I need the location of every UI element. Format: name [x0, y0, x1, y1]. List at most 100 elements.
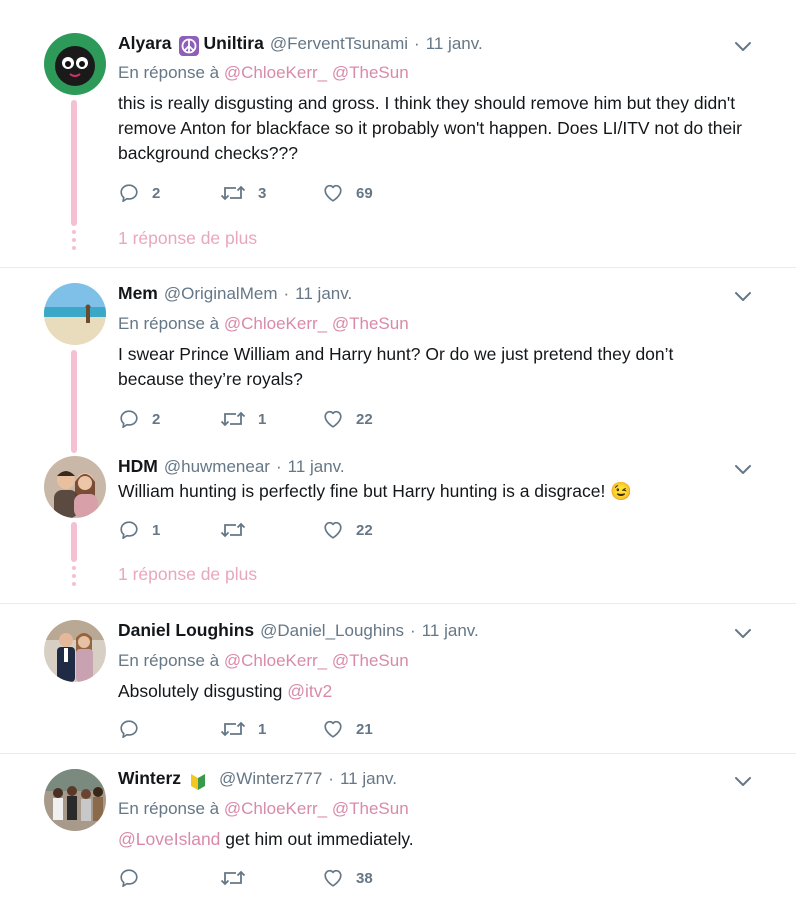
like-count: 69: [356, 184, 373, 202]
retweet-count: 3: [258, 184, 267, 202]
tweet-actions: 2 1 22: [118, 407, 424, 431]
reply-button[interactable]: [118, 867, 220, 889]
chevron-down-icon[interactable]: [734, 462, 752, 476]
retweet-icon: [220, 870, 246, 886]
retweet-icon: [220, 411, 246, 427]
mention-link[interactable]: @TheSun: [332, 314, 409, 333]
thread-dots: [72, 230, 76, 254]
display-name[interactable]: Daniel Loughins: [118, 620, 254, 641]
timestamp[interactable]: 11 janv.: [288, 457, 345, 477]
display-name[interactable]: HDM: [118, 456, 158, 477]
tweet-text: this is really disgusting and gross. I t…: [118, 93, 742, 163]
user-handle[interactable]: @huwmenear: [164, 457, 270, 477]
user-handle[interactable]: @OriginalMem: [164, 284, 278, 304]
avatar[interactable]: [44, 456, 106, 518]
mention-link[interactable]: @ChloeKerr_: [224, 63, 327, 82]
like-button[interactable]: 69: [322, 182, 424, 204]
user-handle[interactable]: @Winterz777: [219, 769, 322, 789]
tweet-text: William hunting is perfectly fine but Ha…: [118, 481, 632, 501]
separator: ·: [328, 769, 334, 788]
tweet-text-body: Absolutely disgusting: [118, 681, 283, 701]
like-count: 22: [356, 410, 373, 428]
reply-prefix: En réponse à: [118, 799, 220, 818]
reply-prefix: En réponse à: [118, 314, 220, 333]
mention-link[interactable]: @TheSun: [332, 799, 409, 818]
display-name[interactable]: Winterz: [118, 768, 181, 789]
retweet-button[interactable]: 1: [220, 408, 322, 430]
timestamp[interactable]: 11 janv.: [340, 769, 397, 789]
retweet-icon: [220, 185, 246, 201]
display-name[interactable]: Mem: [118, 283, 158, 304]
retweet-button[interactable]: [220, 519, 322, 541]
timestamp[interactable]: 11 janv.: [295, 284, 352, 304]
thread-line: [71, 350, 77, 453]
reply-icon: [120, 521, 138, 540]
like-count: 22: [356, 521, 373, 539]
separator: ·: [275, 457, 282, 476]
retweet-button[interactable]: [220, 867, 322, 889]
reply-count: 1: [152, 521, 161, 539]
thread-line: [71, 522, 77, 562]
tweet-text: @LoveIsland get him out immediately.: [118, 827, 758, 852]
like-icon: [324, 521, 342, 539]
reply-button[interactable]: 2: [118, 408, 220, 430]
timestamp[interactable]: 11 janv.: [422, 621, 479, 641]
tweet-header: Daniel Loughins @Daniel_Loughins · 11 ja…: [118, 620, 726, 646]
tweet-actions: 1 22: [118, 518, 424, 542]
show-more-replies-link[interactable]: 1 réponse de plus: [118, 228, 257, 249]
avatar[interactable]: [44, 620, 106, 682]
divider: [0, 267, 796, 268]
mention-link[interactable]: @TheSun: [332, 63, 409, 82]
mention-link[interactable]: @TheSun: [332, 651, 409, 670]
retweet-count: 1: [258, 410, 267, 428]
reply-icon: [120, 869, 138, 888]
mention-link[interactable]: @ChloeKerr_: [224, 799, 327, 818]
reply-icon: [120, 410, 138, 429]
tweet-actions: 2 3 69: [118, 181, 424, 205]
reply-context: En réponse à @ChloeKerr_ @TheSun: [118, 63, 409, 83]
reply-button[interactable]: [118, 718, 220, 740]
display-name-suffix[interactable]: Uniltira: [204, 33, 264, 54]
mention-link[interactable]: @ChloeKerr_: [224, 314, 327, 333]
avatar[interactable]: [44, 769, 106, 831]
tweet-header: Mem @OriginalMem · 11 janv.: [118, 283, 726, 309]
retweet-button[interactable]: 3: [220, 182, 322, 204]
like-icon: [324, 720, 342, 738]
avatar[interactable]: [44, 33, 106, 95]
like-icon: [324, 184, 342, 202]
tweet-actions: 1 21: [118, 717, 424, 741]
display-name[interactable]: Alyara: [118, 33, 172, 54]
tweet-header: Alyara Uniltira @FerventTsunami · 11 jan…: [118, 33, 726, 59]
user-handle[interactable]: @FerventTsunami: [270, 34, 408, 54]
reply-button[interactable]: 2: [118, 182, 220, 204]
reply-button[interactable]: 1: [118, 519, 220, 541]
like-button[interactable]: 22: [322, 519, 424, 541]
mention-link[interactable]: @ChloeKerr_: [224, 651, 327, 670]
reply-icon: [120, 184, 138, 203]
beginner-mark-icon: [187, 770, 209, 792]
reply-prefix: En réponse à: [118, 63, 220, 82]
timestamp[interactable]: 11 janv.: [426, 34, 483, 54]
like-count: 38: [356, 869, 373, 887]
retweet-icon: [220, 721, 246, 737]
reply-context: En réponse à @ChloeKerr_ @TheSun: [118, 799, 409, 819]
like-icon: [324, 869, 342, 887]
like-button[interactable]: 38: [322, 867, 424, 889]
retweet-button[interactable]: 1: [220, 718, 322, 740]
like-count: 21: [356, 720, 373, 738]
chevron-down-icon[interactable]: [734, 289, 752, 303]
chevron-down-icon[interactable]: [734, 626, 752, 640]
chevron-down-icon[interactable]: [734, 39, 752, 53]
user-handle[interactable]: @Daniel_Loughins: [260, 621, 404, 641]
tweet-text: I swear Prince William and Harry hunt? O…: [118, 344, 674, 389]
show-more-replies-link[interactable]: 1 réponse de plus: [118, 564, 257, 585]
mention-link[interactable]: @itv2: [287, 681, 332, 701]
avatar[interactable]: [44, 283, 106, 345]
like-button[interactable]: 21: [322, 718, 424, 740]
reply-context: En réponse à @ChloeKerr_ @TheSun: [118, 314, 409, 334]
like-icon: [324, 410, 342, 428]
like-button[interactable]: 22: [322, 408, 424, 430]
mention-link[interactable]: @LoveIsland: [118, 829, 220, 849]
reply-count: 2: [152, 184, 161, 202]
chevron-down-icon[interactable]: [734, 774, 752, 788]
